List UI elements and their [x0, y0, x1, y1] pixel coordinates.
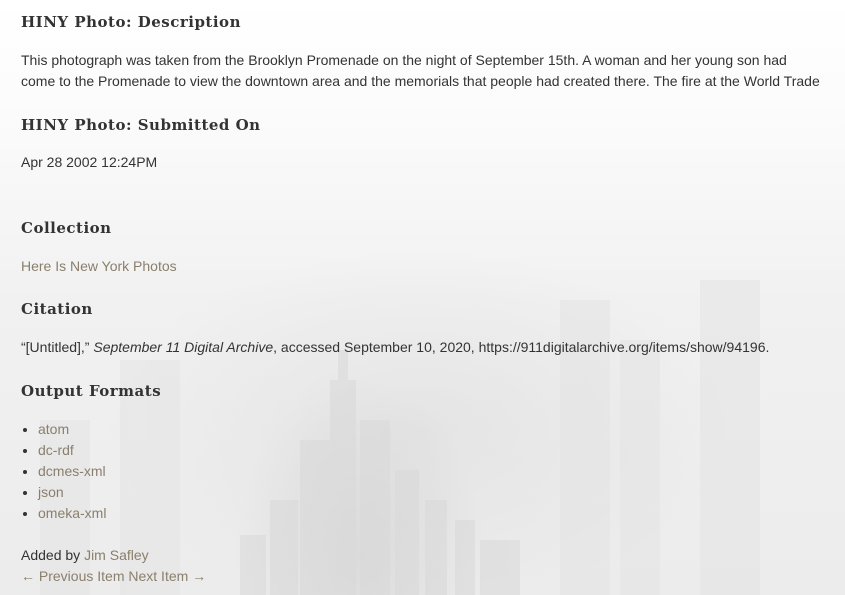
added-by-label: Added by [21, 547, 81, 563]
citation-heading: Citation [21, 300, 93, 318]
description-text: This photograph was taken from the Brook… [21, 52, 820, 89]
output-format-link-json[interactable]: json [38, 484, 64, 500]
output-format-item: json [38, 482, 106, 503]
citation-text: “[Untitled],” September 11 Digital Archi… [21, 337, 769, 358]
next-item-link[interactable]: Next Item → [128, 568, 206, 584]
output-format-link-atom[interactable]: atom [38, 421, 69, 437]
citation-archive: September 11 Digital Archive [93, 339, 274, 355]
collection-link[interactable]: Here Is New York Photos [21, 258, 177, 274]
citation-prefix: “[Untitled],” [21, 339, 90, 355]
output-format-link-dcmes-xml[interactable]: dcmes-xml [38, 463, 106, 479]
output-format-link-omeka-xml[interactable]: omeka-xml [38, 505, 106, 521]
output-formats-list: atom dc-rdf dcmes-xml json omeka-xml [21, 419, 106, 524]
citation-suffix: , accessed September 10, 2020, https://9… [273, 339, 770, 355]
collection-heading: Collection [21, 219, 112, 237]
output-format-item: omeka-xml [38, 503, 106, 524]
output-format-item: atom [38, 419, 106, 440]
added-by: Added by Jim Safley [21, 545, 149, 566]
submitted-heading: HINY Photo: Submitted On [21, 116, 261, 134]
previous-item-link[interactable]: ← Previous Item [21, 568, 124, 584]
collection-value: Here Is New York Photos [21, 256, 177, 277]
submitted-value: Apr 28 2002 12:24PM [21, 154, 158, 170]
added-by-user-link[interactable]: Jim Safley [84, 547, 149, 563]
output-format-item: dc-rdf [38, 440, 106, 461]
output-formats-heading: Output Formats [21, 382, 162, 400]
output-format-item: dcmes-xml [38, 461, 106, 482]
item-pagination: ← Previous Item Next Item → [21, 566, 206, 587]
description-heading: HINY Photo: Description [21, 13, 241, 31]
output-format-link-dc-rdf[interactable]: dc-rdf [38, 442, 74, 458]
